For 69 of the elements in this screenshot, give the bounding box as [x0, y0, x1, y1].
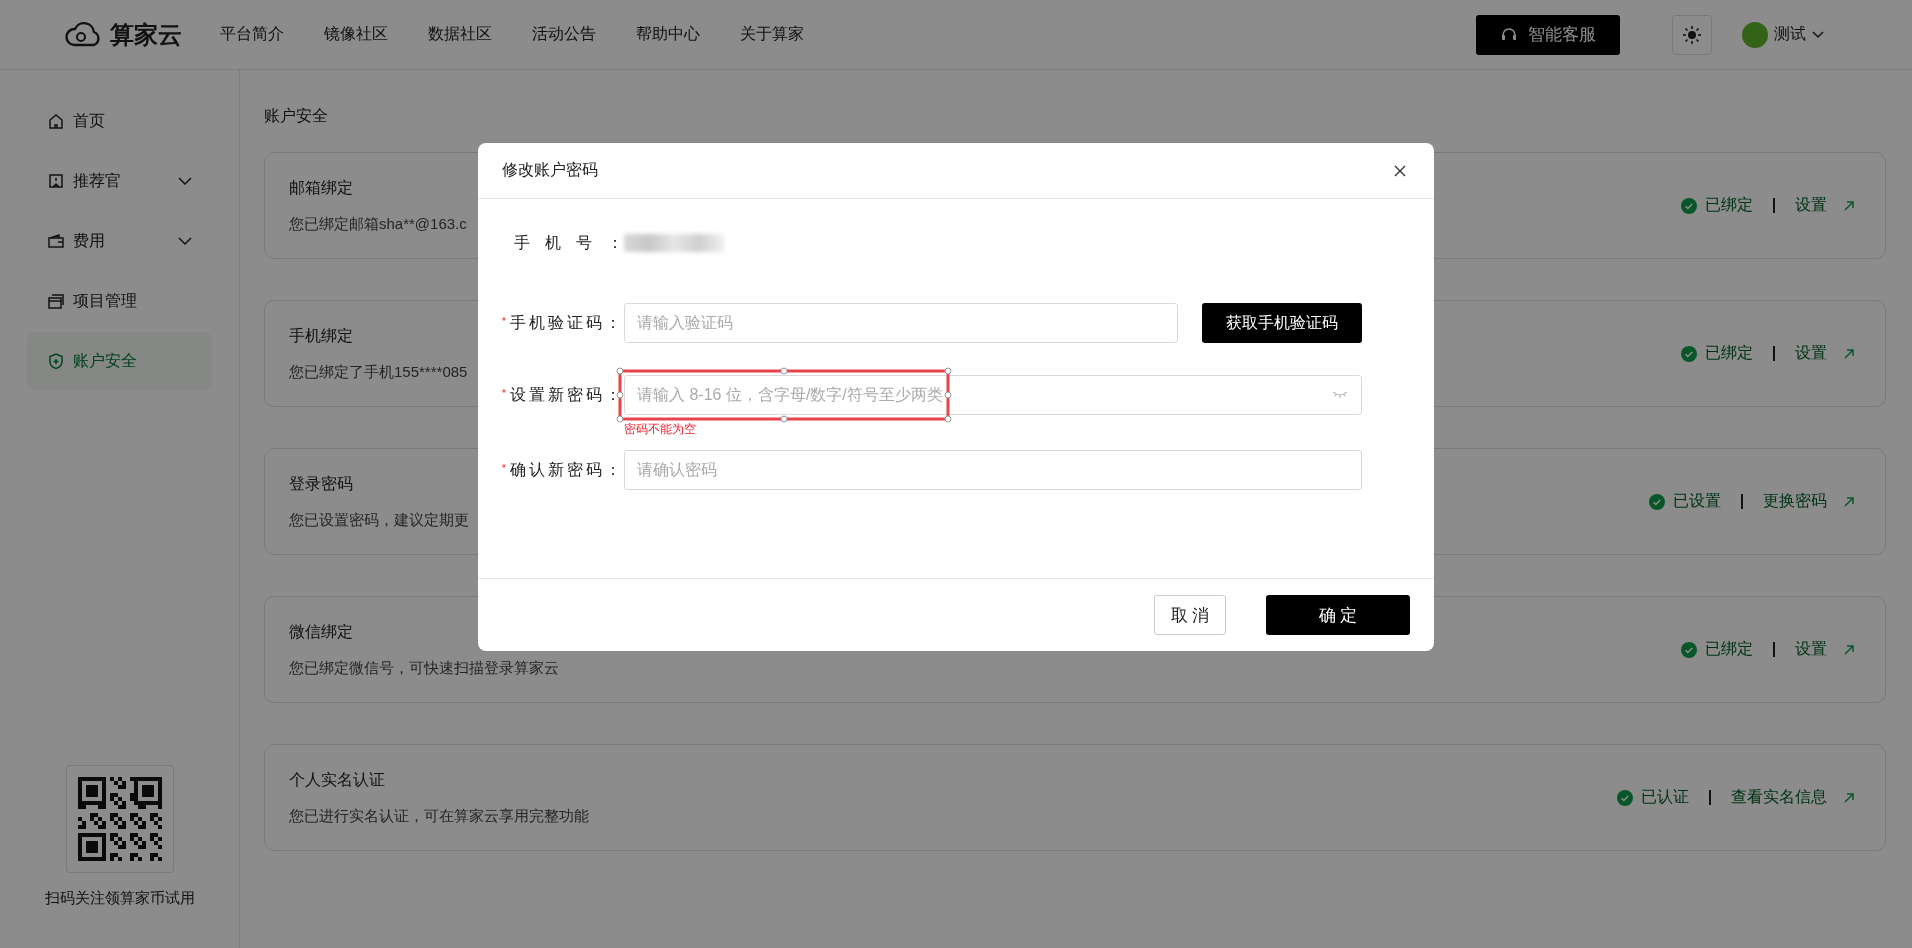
card-title: 登录密码 [289, 473, 353, 494]
sidebar-item[interactable]: 项目管理 [27, 272, 212, 330]
user-menu[interactable]: 测试 [1742, 21, 1824, 48]
shield-icon [47, 352, 65, 370]
avatar-icon [1742, 21, 1768, 48]
brand-name[interactable]: 算家云 [110, 18, 182, 51]
card-title: 个人实名认证 [289, 769, 385, 790]
arrow-up-right-icon[interactable] [1843, 643, 1855, 656]
action-link[interactable]: 查看实名信息 [1731, 787, 1827, 808]
sun-icon [1682, 24, 1702, 45]
status-text: 已认证 [1641, 787, 1689, 807]
arrow-up-right-icon[interactable] [1843, 199, 1855, 212]
sidebar-item[interactable]: 首页 [27, 92, 212, 150]
house-icon [47, 112, 65, 130]
theme-toggle-button[interactable] [1672, 14, 1712, 55]
nav-link[interactable]: 镜像社区 [324, 24, 388, 45]
stack-icon [47, 292, 65, 310]
check-circle-icon [1649, 493, 1665, 510]
wallet-icon [47, 232, 65, 250]
nav-link[interactable]: 平台简介 [220, 24, 284, 45]
input-field[interactable]: 请输入验证码 [624, 303, 1178, 343]
card-description: 您已进行实名认证，可在算家云享用完整功能 [289, 806, 589, 826]
action-link[interactable]: 设置 [1795, 639, 1827, 660]
check-circle-icon [1617, 789, 1633, 806]
badge-icon [47, 172, 65, 190]
arrow-up-right-icon[interactable] [1843, 495, 1855, 508]
card-description: 您已绑定了手机155****085 [289, 362, 468, 382]
status-text: 已设置 [1673, 491, 1721, 511]
field-label: 手机号： [514, 232, 638, 253]
get-code-button[interactable]: 获取手机验证码 [1202, 303, 1362, 343]
dialog-title: 修改账户密码 [502, 160, 598, 180]
action-link[interactable]: 设置 [1795, 343, 1827, 364]
status-text: 已绑定 [1705, 343, 1753, 363]
sidebar-item[interactable]: 推荐官 [27, 152, 212, 210]
closed-eye-icon[interactable] [1332, 390, 1348, 400]
check-circle-icon [1681, 197, 1697, 214]
sidebar-item[interactable]: 账户安全 [27, 332, 212, 390]
close-icon[interactable] [1394, 164, 1406, 177]
check-circle-icon [1681, 345, 1697, 362]
field-label: 确认新密码： [510, 459, 624, 480]
nav-link[interactable]: 帮助中心 [636, 24, 700, 45]
status-text: 已绑定 [1705, 639, 1753, 659]
arrow-up-right-icon[interactable] [1843, 347, 1855, 360]
nav-link[interactable]: 活动公告 [532, 24, 596, 45]
action-link[interactable]: 更换密码 [1763, 491, 1827, 512]
confirm-button[interactable]: 确 定 [1266, 595, 1410, 635]
card-title: 微信绑定 [289, 621, 353, 642]
card-description: 您已设置密码，建议定期更 [289, 510, 469, 530]
card-title: 手机绑定 [289, 325, 353, 346]
field-label: 手机验证码： [510, 312, 624, 333]
page-title: 账户安全 [264, 106, 329, 126]
input-field[interactable]: 请输入 8-16 位，含字母/数字/符号至少两类 [624, 375, 1362, 415]
nav-link[interactable]: 数据社区 [428, 24, 492, 45]
chevron-down-icon [1812, 30, 1824, 39]
action-link[interactable]: 设置 [1795, 195, 1827, 216]
qr-caption: 扫码关注领算家币试用 [44, 889, 195, 908]
cancel-button[interactable]: 取 消 [1154, 595, 1226, 635]
sidebar-item[interactable]: 费用 [27, 212, 212, 270]
arrow-up-right-icon[interactable] [1843, 791, 1855, 804]
field-label: 设置新密码： [510, 384, 624, 405]
check-circle-icon [1681, 641, 1697, 658]
card-title: 邮箱绑定 [289, 177, 353, 198]
smart-service-button[interactable]: 智能客服 [1476, 14, 1620, 55]
error-message: 密码不能为空 [624, 421, 697, 438]
status-text: 已绑定 [1705, 195, 1753, 215]
nav-link[interactable]: 关于算家 [740, 24, 804, 45]
card-description: 您已绑定微信号，可快速扫描登录算家云 [289, 658, 559, 678]
input-field[interactable]: 请确认密码 [624, 450, 1362, 490]
card-description: 您已绑定邮箱sha**@163.c [289, 214, 467, 234]
